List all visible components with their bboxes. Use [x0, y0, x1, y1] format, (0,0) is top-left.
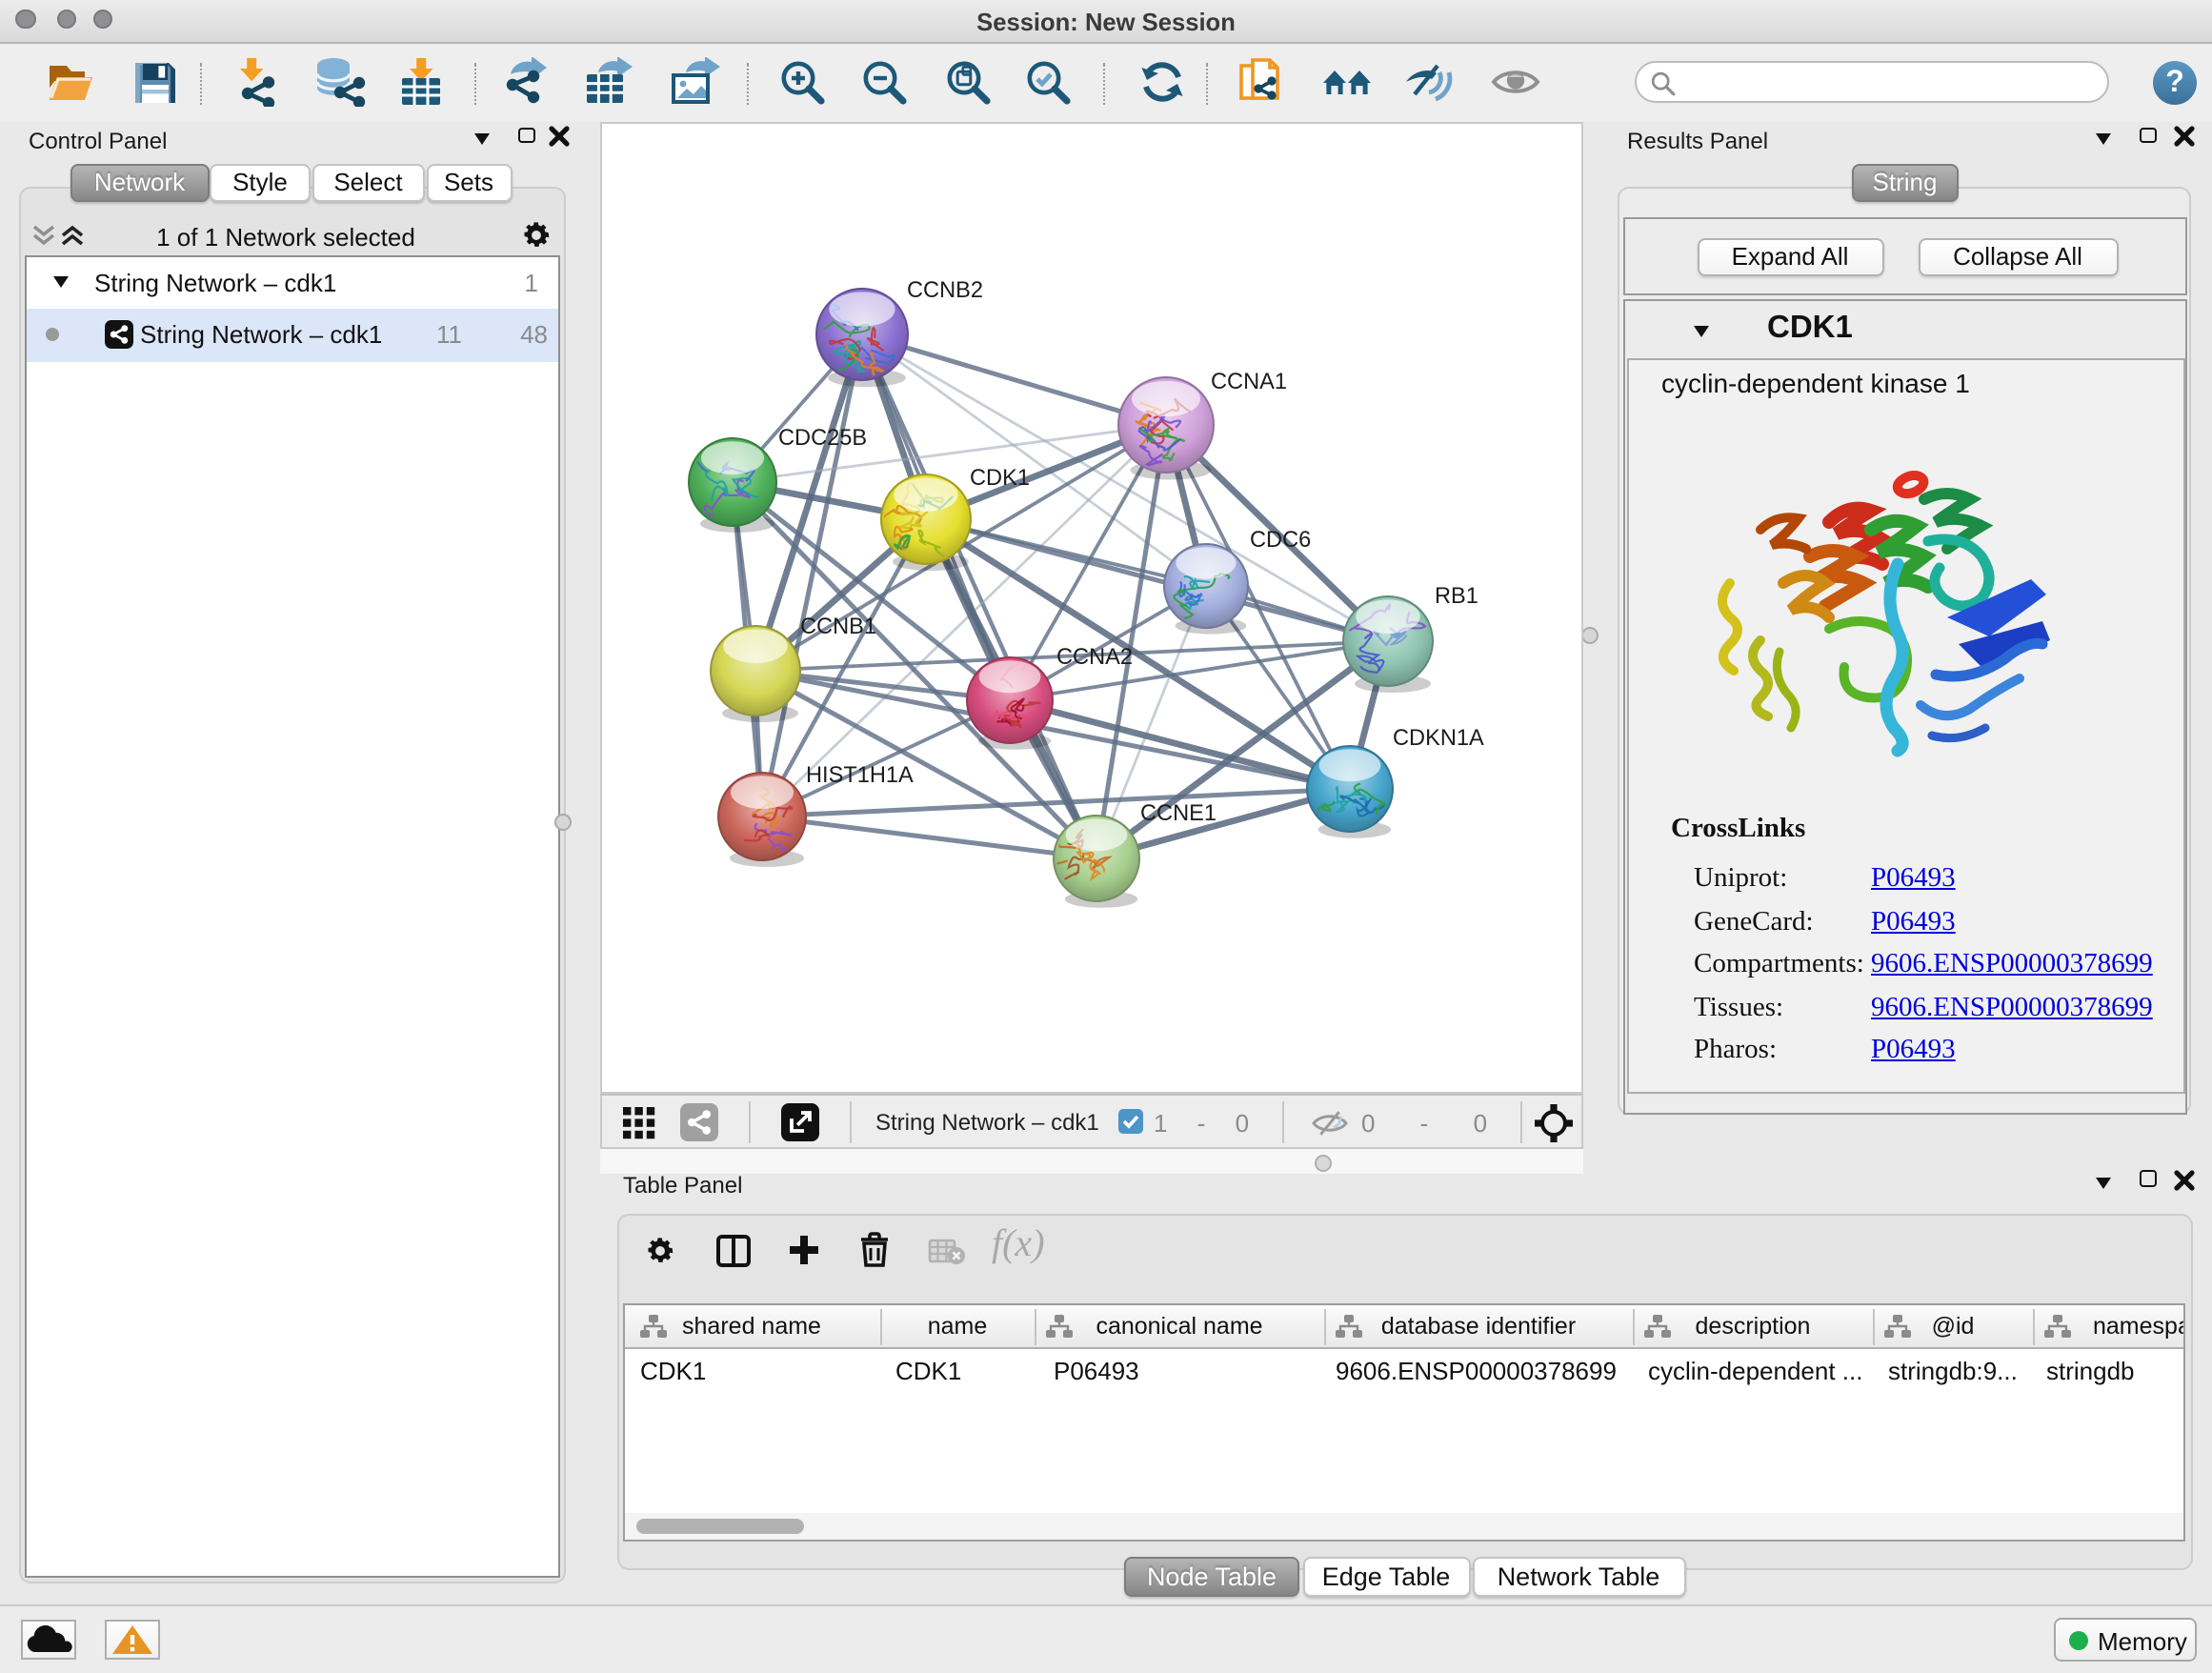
svg-text:CDC25B: CDC25B	[777, 426, 866, 451]
svg-text:RB1: RB1	[1434, 584, 1478, 609]
svg-text:CCNA2: CCNA2	[1056, 645, 1132, 670]
svg-text:CCNE1: CCNE1	[1139, 801, 1216, 826]
svg-text:CCNB2: CCNB2	[906, 278, 982, 303]
svg-text:CDC6: CDC6	[1249, 528, 1310, 553]
svg-text:HIST1H1A: HIST1H1A	[805, 763, 913, 788]
svg-text:CCNA1: CCNA1	[1210, 370, 1286, 394]
svg-text:CDK1: CDK1	[969, 466, 1029, 491]
svg-text:CCNB1: CCNB1	[799, 615, 875, 639]
svg-text:CDKN1A: CDKN1A	[1392, 726, 1483, 751]
